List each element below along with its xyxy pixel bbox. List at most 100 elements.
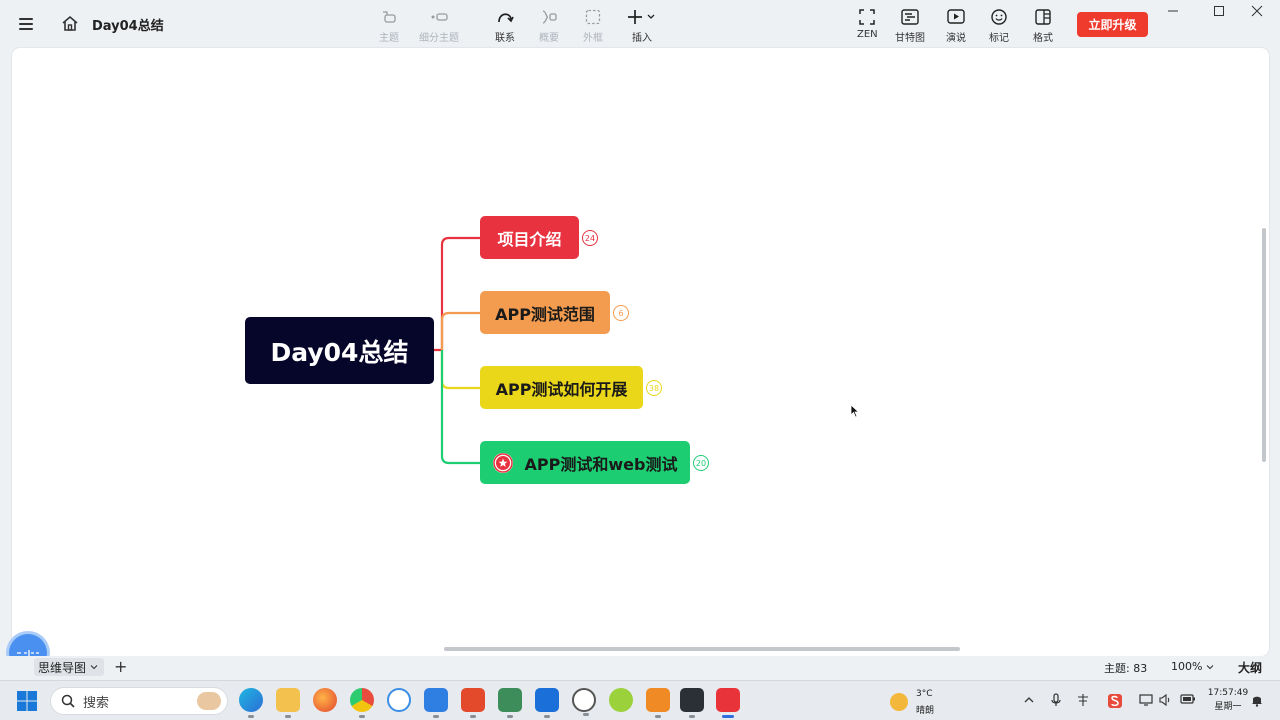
topic-app-test-process[interactable]: APP测试如何开展 [480, 366, 643, 409]
search-app-icon[interactable] [387, 688, 411, 712]
topic-project-intro[interactable]: 项目介绍 [480, 216, 579, 259]
gantt-label: 甘特图 [895, 33, 925, 44]
zen-label: ZEN [857, 29, 878, 40]
summary-button[interactable]: 概要 [539, 8, 559, 44]
topic-label: 项目介绍 [497, 229, 562, 249]
topic-count: 主题: 83 [1104, 662, 1148, 675]
topic-icon [380, 8, 398, 26]
plus-icon [627, 8, 657, 26]
powerpoint-icon[interactable] [461, 688, 485, 718]
collapse-count-badge[interactable]: 20 [693, 455, 709, 471]
zoom-level[interactable]: 100% [1171, 660, 1214, 673]
format-button[interactable]: 格式 [1033, 8, 1053, 44]
collapse-count-badge[interactable]: 6 [613, 305, 629, 321]
format-icon [1034, 8, 1052, 26]
chrome-icon[interactable] [350, 688, 374, 718]
subtopic-icon [430, 8, 448, 26]
boundary-icon [584, 8, 602, 26]
battery-icon[interactable] [1180, 693, 1196, 708]
mouse-cursor-icon [850, 404, 860, 418]
weather-widget[interactable]: 3°C 晴朗 [890, 687, 950, 717]
connector-lines [434, 236, 480, 465]
terminal-icon[interactable] [680, 688, 704, 718]
boundary-label: 外框 [583, 33, 603, 44]
menu-icon[interactable] [16, 14, 36, 34]
insert-button[interactable]: 插入 [627, 8, 657, 44]
horizontal-scrollbar[interactable] [444, 647, 960, 651]
system-clock[interactable]: 17:57:49 星期一 [1206, 686, 1250, 714]
notification-bell-icon[interactable] [1251, 693, 1263, 710]
spreadsheet-app-icon[interactable] [498, 688, 522, 718]
xmind-app-icon[interactable] [716, 688, 740, 718]
zen-icon [858, 8, 876, 26]
speaker-icon[interactable] [1158, 693, 1172, 710]
edge-browser-icon[interactable] [239, 688, 263, 718]
orange-app-icon[interactable] [646, 688, 670, 718]
collapse-count-badge[interactable]: 38 [646, 380, 662, 396]
sheet-tab[interactable]: 思维导图 [34, 658, 105, 676]
file-explorer-icon[interactable] [276, 688, 300, 718]
subtopic-button[interactable]: 细分主题 [419, 8, 459, 44]
minimize-icon[interactable] [1150, 0, 1196, 22]
status-bar: 思维导图 + 主题: 83 100% 大纲 [0, 656, 1280, 678]
star-icon[interactable] [492, 452, 513, 473]
relationship-label: 联系 [495, 33, 515, 44]
close-icon[interactable] [1234, 0, 1280, 22]
topic-button[interactable]: 主题 [379, 8, 399, 44]
sheet-tab-label: 思维导图 [38, 660, 87, 675]
gantt-button[interactable]: 甘特图 [895, 8, 925, 44]
green-app-icon[interactable] [609, 688, 633, 712]
marker-label: 标记 [989, 33, 1009, 44]
search-icon [61, 694, 75, 708]
mindmap-canvas[interactable]: Day04总结 项目介绍 24 APP测试范围 6 APP测试如何开展 38 A… [12, 48, 1269, 656]
marker-button[interactable]: 标记 [989, 8, 1009, 44]
weather-temperature: 3°C [916, 689, 933, 699]
present-button[interactable]: 演说 [946, 8, 966, 44]
search-highlight-image [197, 692, 221, 710]
taskbar: 搜索 3°C 晴朗 17:57:49 星期一 [0, 680, 1280, 720]
input-method-icon[interactable] [1076, 693, 1090, 710]
moon-icon [890, 693, 908, 711]
insert-label: 插入 [632, 33, 652, 44]
search-placeholder: 搜索 [83, 695, 110, 711]
relationship-icon [496, 8, 514, 26]
topic-label: APP测试如何开展 [495, 379, 628, 399]
clock-app-icon[interactable] [572, 688, 596, 716]
chevron-up-icon[interactable] [1024, 693, 1034, 707]
windows-start-icon[interactable] [16, 690, 38, 712]
home-icon[interactable] [60, 14, 80, 34]
upgrade-button[interactable]: 立即升级 [1077, 12, 1148, 37]
display-icon[interactable] [1139, 693, 1153, 710]
zoom-value: 100% [1171, 660, 1203, 673]
root-topic[interactable]: Day04总结 [245, 317, 434, 384]
topic-label: APP测试和web测试 [524, 454, 678, 474]
title-bar: Day04总结 主题 细分主题 联系 概要 外框 插入 ZEN 甘特图 演说 标… [0, 0, 1280, 48]
chart-app-icon[interactable] [535, 688, 559, 718]
outline-button[interactable]: 大纲 [1238, 659, 1262, 676]
add-sheet-button[interactable]: + [114, 657, 127, 676]
summary-icon [540, 8, 558, 26]
topic-app-test-scope[interactable]: APP测试范围 [480, 291, 610, 334]
weather-condition: 晴朗 [916, 706, 935, 716]
topic-label: APP测试范围 [495, 304, 595, 324]
gantt-icon [901, 8, 919, 26]
document-title[interactable]: Day04总结 [92, 15, 164, 34]
relationship-button[interactable]: 联系 [495, 8, 515, 44]
zen-button[interactable]: ZEN [857, 8, 878, 44]
boundary-button[interactable]: 外框 [583, 8, 603, 44]
topic-app-vs-web-test[interactable]: APP测试和web测试 [480, 441, 690, 484]
taskbar-search-input[interactable]: 搜索 [50, 687, 228, 715]
vertical-scrollbar[interactable] [1262, 228, 1266, 462]
smiley-icon [990, 8, 1008, 26]
firefox-icon[interactable] [313, 688, 337, 712]
present-label: 演说 [946, 33, 966, 44]
chevron-down-icon [90, 665, 98, 670]
format-label: 格式 [1033, 33, 1053, 44]
topic-label: 主题 [379, 33, 399, 44]
messaging-app-icon[interactable] [424, 688, 448, 718]
collapse-count-badge[interactable]: 24 [582, 230, 598, 246]
microphone-icon[interactable] [1051, 693, 1061, 710]
sogou-input-icon[interactable] [1107, 693, 1123, 712]
chevron-down-icon [1206, 665, 1214, 670]
summary-label: 概要 [539, 33, 559, 44]
